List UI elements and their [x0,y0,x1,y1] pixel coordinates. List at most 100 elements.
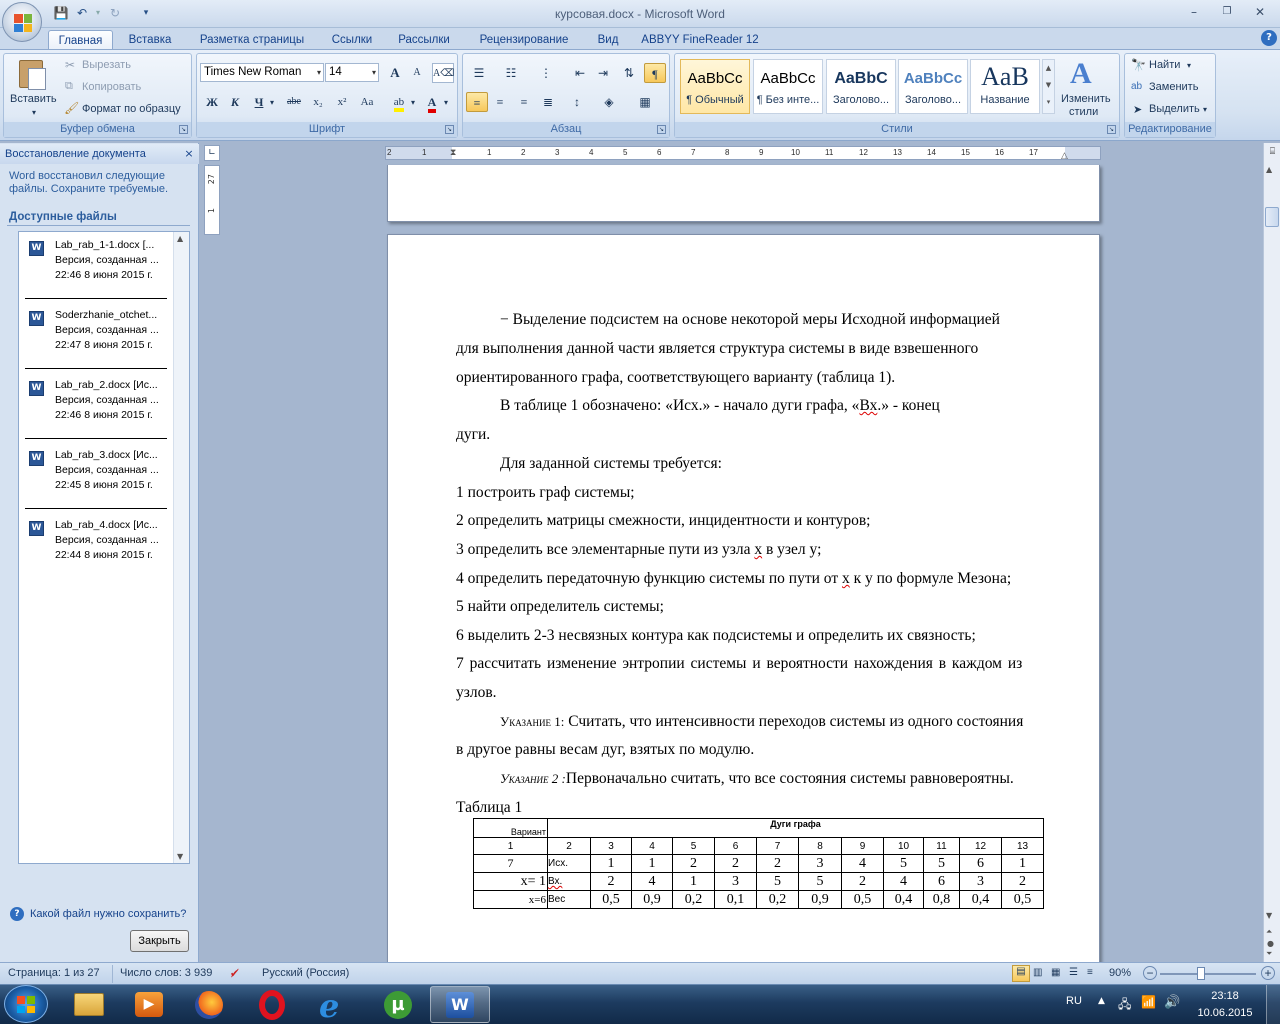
signal-icon[interactable]: 📶 [1141,995,1156,1009]
highlight-icon[interactable]: ab [388,92,410,112]
tab-insert[interactable]: Вставка [121,30,179,50]
recovered-file-item[interactable]: W Lab_rab_4.docx [Ис... Версия, созданна… [19,514,169,580]
close-pane-button[interactable]: Закрыть [130,930,189,952]
tab-home[interactable]: Главная [48,30,113,50]
chevron-down-icon[interactable]: ▾ [411,98,415,107]
restore-button[interactable]: ❐ [1214,3,1240,21]
print-layout-icon[interactable]: ▤ [1012,965,1030,982]
pane-close-icon[interactable]: × [182,147,196,161]
dialog-launcher-icon[interactable]: ↘ [445,125,454,134]
find-button[interactable]: Найти [1149,59,1180,71]
vertical-ruler[interactable]: 27 1 [204,165,220,235]
multilevel-list-icon[interactable]: ⋮ [535,63,557,83]
align-left-icon[interactable]: ≡ [466,92,488,112]
full-screen-reading-icon[interactable]: ▥ [1033,967,1042,978]
style-title[interactable]: AaB Название [970,59,1040,114]
language-indicator[interactable]: Русский (Россия) [262,967,349,979]
borders-icon[interactable]: ▦ [634,92,656,112]
chevron-down-icon[interactable]: ▾ [444,98,448,107]
scroll-thumb[interactable] [1265,207,1279,227]
chevron-down-icon[interactable]: ▾ [1203,105,1207,114]
office-button[interactable] [2,2,42,42]
word-count[interactable]: Число слов: 3 939 [112,965,212,983]
web-layout-icon[interactable]: ▦ [1051,967,1060,978]
shading-icon[interactable]: ◈ [598,92,620,112]
zoom-level[interactable]: 90% [1109,967,1131,979]
chevron-down-icon[interactable]: ▾ [1187,61,1191,70]
paste-icon[interactable] [16,58,48,92]
clock-time[interactable]: 23:18 [1195,990,1255,1002]
dialog-launcher-icon[interactable]: ↘ [1107,125,1116,134]
outline-icon[interactable]: ☰ [1069,967,1078,978]
network-device-icon[interactable]: 🖧 [1118,995,1131,1016]
subscript-button[interactable]: x₂ [307,92,329,112]
replace-button[interactable]: Заменить [1149,81,1198,93]
opera-taskbar-button[interactable] [242,986,302,1023]
change-case-button[interactable]: Aa [356,92,378,112]
recovered-file-item[interactable]: W Lab_rab_3.docx [Ис... Версия, созданна… [19,444,169,510]
explorer-taskbar-button[interactable] [60,986,120,1023]
scroll-down-icon[interactable]: ▼ [1266,911,1272,920]
help-icon[interactable]: ? [1261,30,1277,46]
scroll-up-icon[interactable]: ▲ [1266,165,1272,174]
dialog-launcher-icon[interactable]: ↘ [179,125,188,134]
input-language[interactable]: RU [1066,995,1082,1007]
cut-button[interactable]: Вырезать [82,59,131,71]
format-painter-button[interactable]: Формат по образцу [82,103,181,115]
font-color-icon[interactable]: A [421,92,443,113]
which-file-help-link[interactable]: Какой файл нужно сохранить? [30,908,186,920]
select-button[interactable]: Выделить [1149,103,1200,115]
superscript-button[interactable]: x² [331,92,353,112]
chevron-down-icon[interactable]: ▾ [270,98,274,107]
recovered-file-item[interactable]: W Soderzhanie_otchet... Версия, созданна… [19,304,169,370]
ie-taskbar-button[interactable]: e [305,986,365,1024]
zoom-in-icon[interactable]: + [1261,966,1275,980]
line-spacing-icon[interactable]: ↕ [566,92,588,112]
tab-selector-icon[interactable]: ∟ [204,145,220,161]
decrease-indent-icon[interactable]: ⇤ [569,63,591,83]
previous-page-icon[interactable]: ⏶ [1266,927,1272,937]
next-page-icon[interactable]: ⏷ [1266,949,1272,959]
bold-button[interactable]: Ж [201,92,223,112]
strikethrough-button[interactable]: abe [283,92,305,112]
tab-page-layout[interactable]: Разметка страницы [193,30,311,50]
grow-font-button[interactable]: A [384,63,406,83]
shrink-font-button[interactable]: A [406,63,428,83]
media-player-taskbar-button[interactable]: ▶ [120,986,180,1023]
tab-abbyy[interactable]: ABBYY FineReader 12 [640,30,760,50]
change-styles-button[interactable]: Изменить [1061,93,1111,105]
paste-dropdown-icon[interactable]: ▾ [32,108,36,117]
numbering-icon[interactable]: ☷ [500,63,522,83]
scroll-down-icon[interactable]: ▼ [177,852,183,861]
start-button[interactable] [4,985,48,1023]
indent-marker-icon[interactable]: ⧗ [450,147,456,158]
clear-format-icon[interactable]: A⌫ [432,63,454,83]
style-heading-2[interactable]: AaBbCc Заголово... [898,59,968,114]
clock-date[interactable]: 10.06.2015 [1195,1007,1255,1019]
italic-button[interactable]: К [224,92,246,112]
increase-indent-icon[interactable]: ⇥ [592,63,614,83]
right-indent-icon[interactable]: △ [1061,150,1068,159]
tab-view[interactable]: Вид [592,30,624,50]
firefox-taskbar-button[interactable] [180,986,240,1023]
tab-references[interactable]: Ссылки [326,30,378,50]
underline-button[interactable]: Ч [248,92,270,112]
file-list-scrollbar[interactable]: ▲ ▼ [173,232,189,863]
minimize-button[interactable]: – [1181,3,1207,21]
show-hidden-icons[interactable]: ▲ [1098,996,1105,1006]
align-center-icon[interactable]: ≡ [489,92,511,112]
horizontal-ruler[interactable]: 2 1 1 2 3 4 5 6 7 8 9 10 11 12 13 14 15 … [385,146,1101,160]
style-no-spacing[interactable]: AaBbCc ¶ Без инте... [753,59,823,114]
zoom-slider-thumb[interactable] [1197,967,1205,980]
document-scrollbar[interactable]: ⌸ ▲ ▼ ⏶ ● ⏷ [1263,143,1280,962]
sort-icon[interactable]: ⇅ [618,63,640,83]
show-marks-icon[interactable]: ¶ [644,63,666,83]
recovered-file-item[interactable]: W Lab_rab_1-1.docx [... Версия, созданна… [19,234,169,300]
paste-button[interactable]: Вставить [10,93,57,105]
draft-icon[interactable]: ≡ [1087,967,1093,978]
recovered-file-item[interactable]: W Lab_rab_2.docx [Ис... Версия, созданна… [19,374,169,440]
tab-review[interactable]: Рецензирование [471,30,577,50]
select-browse-object-icon[interactable]: ● [1267,939,1274,948]
dialog-launcher-icon[interactable]: ↘ [657,125,666,134]
style-heading-1[interactable]: AaBbC Заголово... [826,59,896,114]
